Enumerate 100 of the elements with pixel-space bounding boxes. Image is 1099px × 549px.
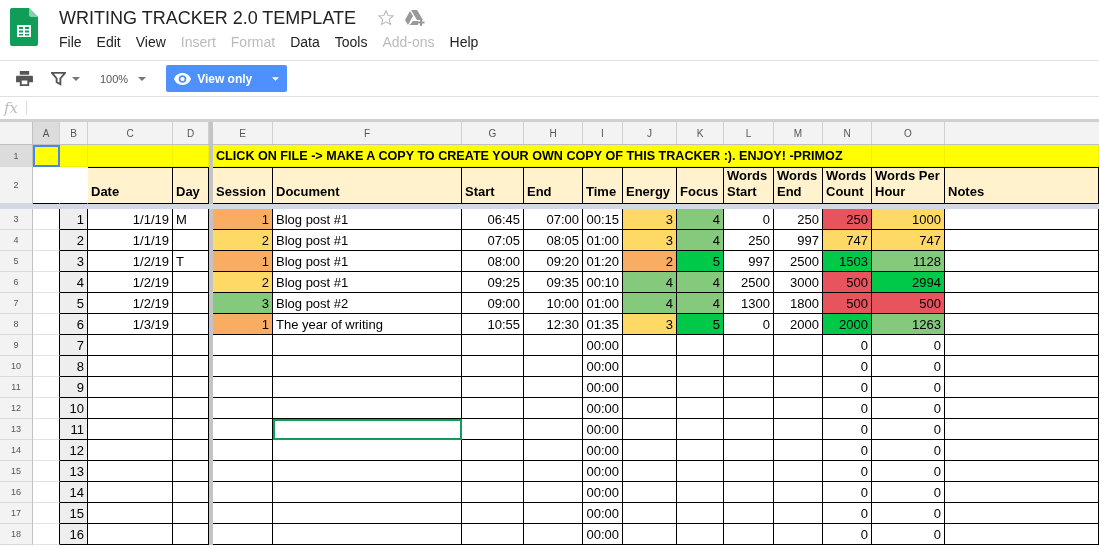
- table-cell: 4: [60, 272, 88, 293]
- caret-icon[interactable]: [72, 76, 80, 81]
- table-cell: 00:00: [583, 461, 623, 482]
- empty-cell: [462, 398, 524, 419]
- empty-cell: [524, 356, 583, 377]
- table-cell: 0: [872, 482, 945, 503]
- row-header[interactable]: 18: [0, 524, 33, 545]
- table-cell: 4: [677, 209, 724, 230]
- empty-cell: [724, 524, 774, 545]
- document-title[interactable]: WRITING TRACKER 2.0 TEMPLATE: [59, 7, 357, 29]
- row-header[interactable]: 3: [0, 209, 33, 230]
- menu-item[interactable]: File: [59, 34, 82, 50]
- empty-cell: [677, 461, 724, 482]
- empty-cell: [774, 419, 823, 440]
- table-cell: 00:00: [583, 524, 623, 545]
- empty-cell: [213, 503, 273, 524]
- row-header[interactable]: 13: [0, 419, 33, 440]
- table-cell: Blog post #1: [273, 272, 462, 293]
- row-header[interactable]: 14: [0, 440, 33, 461]
- column-header[interactable]: E: [213, 122, 273, 144]
- column-header[interactable]: N: [823, 122, 872, 144]
- column-header[interactable]: I: [583, 122, 623, 144]
- caret-icon[interactable]: [138, 76, 147, 81]
- empty-cell: [623, 503, 677, 524]
- column-header[interactable]: M: [774, 122, 823, 144]
- table-cell: 747: [872, 230, 945, 251]
- table-cell: 2: [213, 272, 273, 293]
- zoom-dropdown[interactable]: 100%: [100, 72, 129, 85]
- row-header[interactable]: 16: [0, 482, 33, 503]
- table-cell: 0: [823, 503, 872, 524]
- column-header[interactable]: J: [623, 122, 677, 144]
- empty-cell: [623, 461, 677, 482]
- column-header[interactable]: G: [462, 122, 524, 144]
- empty-cell: [774, 356, 823, 377]
- table-cell: 12:30: [524, 314, 583, 335]
- empty-cell: [677, 356, 724, 377]
- row-header[interactable]: 10: [0, 356, 33, 377]
- empty-cell: [677, 335, 724, 356]
- menu-item[interactable]: Help: [449, 34, 479, 50]
- table-cell: 9: [60, 377, 88, 398]
- empty-cell: [724, 419, 774, 440]
- column-header[interactable]: K: [677, 122, 724, 144]
- empty-cell: [623, 335, 677, 356]
- table-cell: 1/2/19: [88, 251, 173, 272]
- table-cell: 1503: [823, 251, 872, 272]
- empty-cell: [623, 482, 677, 503]
- row-header[interactable]: 11: [0, 377, 33, 398]
- table-cell: 1300: [724, 293, 774, 314]
- table-cell: 0: [872, 440, 945, 461]
- empty-cell: [623, 398, 677, 419]
- column-header[interactable]: C: [88, 122, 173, 144]
- menu-item[interactable]: Data: [290, 34, 320, 50]
- empty-cell: [462, 524, 524, 545]
- table-cell: 0: [823, 524, 872, 545]
- table-cell: 11: [60, 419, 88, 440]
- table-cell: 06:45: [462, 209, 524, 230]
- drive-add-icon[interactable]: [405, 9, 426, 27]
- column-header[interactable]: L: [724, 122, 774, 144]
- spreadsheet-logo-icon[interactable]: [10, 8, 38, 46]
- empty-cell: [724, 503, 774, 524]
- empty-cell: [462, 482, 524, 503]
- row-header[interactable]: 5: [0, 251, 33, 272]
- row-header[interactable]: 7: [0, 293, 33, 314]
- table-cell: 0: [872, 524, 945, 545]
- filter-icon[interactable]: [51, 71, 66, 86]
- table-cell: 0: [872, 461, 945, 482]
- column-heading: Focus: [677, 167, 724, 204]
- column-header[interactable]: F: [273, 122, 462, 144]
- table-cell: 1/1/19: [88, 209, 173, 230]
- column-header[interactable]: A: [33, 122, 60, 144]
- row-header[interactable]: 15: [0, 461, 33, 482]
- row-header[interactable]: 1: [0, 145, 33, 167]
- row-header[interactable]: 17: [0, 503, 33, 524]
- table-cell: 13: [60, 461, 88, 482]
- table-cell: 500: [823, 293, 872, 314]
- table-cell: 09:00: [462, 293, 524, 314]
- column-header[interactable]: O: [872, 122, 945, 144]
- column-header[interactable]: D: [173, 122, 209, 144]
- table-cell: 5: [677, 251, 724, 272]
- menu-item[interactable]: Tools: [334, 34, 368, 50]
- banner-text: CLICK ON FILE -> MAKE A COPY TO CREATE YOUR OWN COPY OF THIS TRACKER :). ENJOY! -PRIMOZ: [213, 145, 872, 167]
- empty-cell: [524, 503, 583, 524]
- menu-item[interactable]: Edit: [96, 34, 121, 50]
- column-heading: Words Per Hour: [872, 167, 945, 204]
- print-icon[interactable]: [16, 71, 33, 86]
- row-header[interactable]: 12: [0, 398, 33, 419]
- caret-icon[interactable]: [272, 76, 280, 81]
- row-header[interactable]: 2: [0, 167, 33, 204]
- table-cell: 0: [823, 482, 872, 503]
- row-header[interactable]: 8: [0, 314, 33, 335]
- row-header[interactable]: 9: [0, 335, 33, 356]
- row-header[interactable]: 4: [0, 230, 33, 251]
- table-cell: 3: [623, 209, 677, 230]
- star-icon[interactable]: [377, 9, 396, 27]
- menu-item[interactable]: View: [135, 34, 166, 50]
- table-cell: 08:00: [462, 251, 524, 272]
- row-header[interactable]: 6: [0, 272, 33, 293]
- column-header[interactable]: H: [524, 122, 583, 144]
- column-header[interactable]: B: [60, 122, 88, 144]
- empty-cell: [462, 503, 524, 524]
